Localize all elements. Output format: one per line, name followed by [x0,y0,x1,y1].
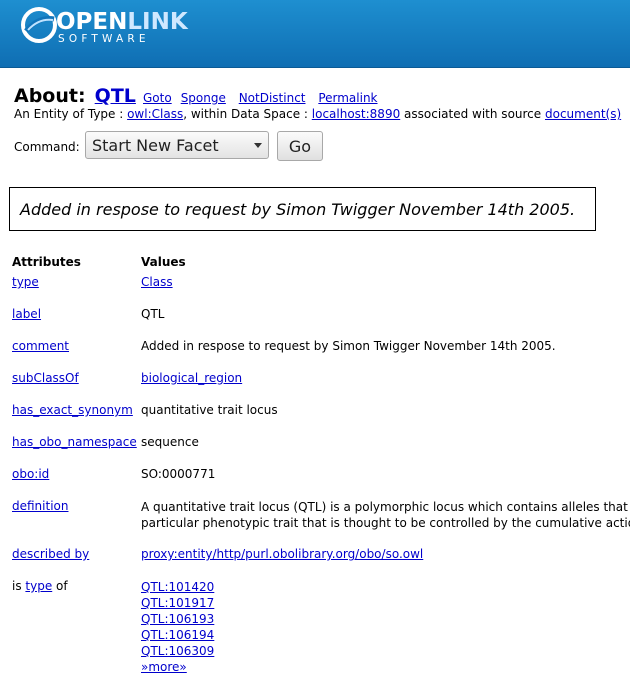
value-definition: A quantitative trait locus (QTL) is a po… [141,500,630,530]
attr-label-link[interactable]: label [12,307,41,321]
entity-type-link[interactable]: owl:Class [127,107,183,121]
openlink-logo-icon [21,7,57,43]
permalink-link[interactable]: Permalink [318,91,377,105]
attr-comment-link[interactable]: comment [12,339,69,353]
command-select[interactable]: Start New Facet [85,131,269,159]
chevron-down-icon [254,143,262,148]
attr-has-obo-namespace-link[interactable]: has_obo_namespace [12,435,137,449]
comment-box: Added in respose to request by Simon Twi… [9,187,596,231]
is-type-of-list: QTL:101420 QTL:101917 QTL:106193 QTL:106… [141,579,214,675]
values-header: Values [141,255,186,269]
attr-type-of-link[interactable]: type [25,579,52,593]
value-obo-id: SO:0000771 [141,467,216,481]
attr-has-exact-synonym-link[interactable]: has_exact_synonym [12,403,133,417]
logo-wordmark: OPENLINK [56,9,188,35]
about-section: About: QTL Goto Sponge NotDistinct Permal… [14,85,378,107]
attr-type-link[interactable]: type [12,275,39,289]
list-item-link[interactable]: QTL:106194 [141,628,214,642]
list-item-link[interactable]: QTL:101917 [141,596,214,610]
command-select-value: Start New Facet [92,136,219,155]
more-link[interactable]: »more» [141,660,187,674]
list-item-link[interactable]: QTL:106193 [141,612,214,626]
list-item-link[interactable]: QTL:101420 [141,580,214,594]
nav-links: Goto Sponge NotDistinct Permalink [143,91,387,105]
logo-subtitle: SOFTWARE [58,33,150,45]
notdistinct-link[interactable]: NotDistinct [239,91,306,105]
value-biological-region-link[interactable]: biological_region [141,371,242,385]
value-namespace: sequence [141,435,199,449]
attributes-header: Attributes [12,255,81,269]
data-space-link[interactable]: localhost:8890 [312,107,400,121]
go-button[interactable]: Go [277,131,323,161]
attr-is-type-of: is type of [12,579,68,593]
attr-obo-id-link[interactable]: obo:id [12,467,49,481]
source-documents-link[interactable]: document(s) [545,107,621,121]
list-item-link[interactable]: QTL:106309 [141,644,214,658]
about-label: About: [14,85,86,107]
sponge-link[interactable]: Sponge [181,91,226,105]
entity-title-link[interactable]: QTL [95,85,136,107]
goto-link[interactable]: Goto [143,91,172,105]
value-comment: Added in respose to request by Simon Twi… [141,339,556,353]
value-described-by-link[interactable]: proxy:entity/http/purl.obolibrary.org/ob… [141,547,423,561]
command-label: Command: [14,140,80,154]
value-synonym: quantitative trait locus [141,403,278,417]
value-label: QTL [141,307,165,321]
header-banner: OPENLINK SOFTWARE [0,0,630,68]
value-class-link[interactable]: Class [141,275,173,289]
attr-subclassof-link[interactable]: subClassOf [12,371,79,385]
attr-described-by-link[interactable]: described by [12,547,89,561]
attr-definition-link[interactable]: definition [12,499,68,513]
entity-description: An Entity of Type : owl:Class, within Da… [14,107,622,121]
